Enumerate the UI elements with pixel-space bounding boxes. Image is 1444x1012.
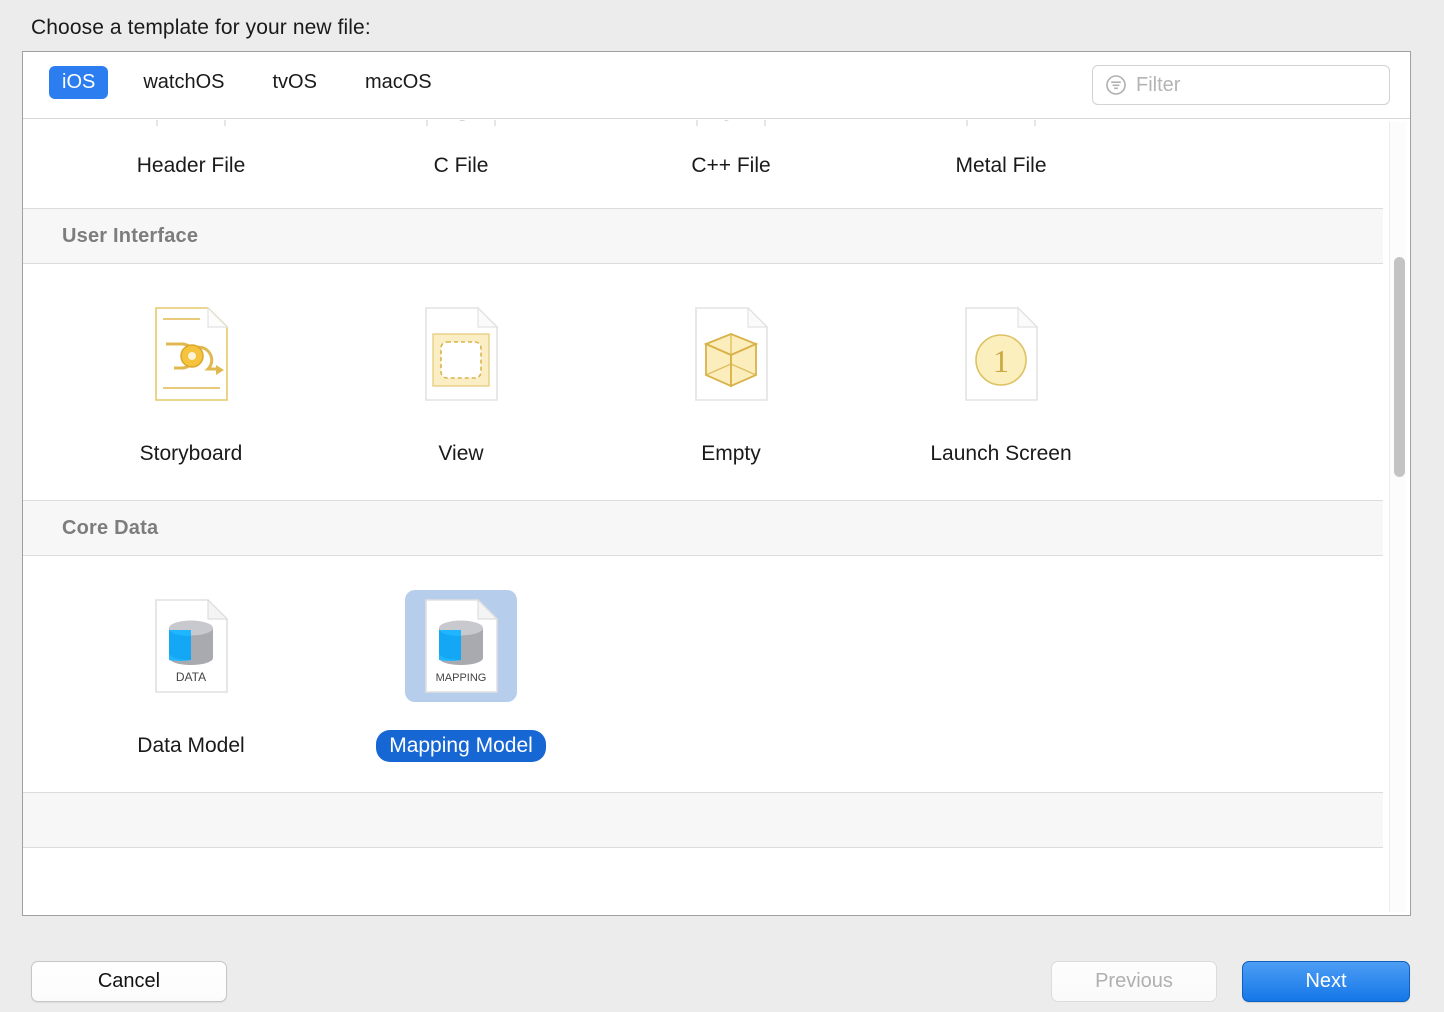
tab-watchos[interactable]: watchOS [130, 66, 237, 99]
tab-tvos[interactable]: tvOS [260, 66, 330, 99]
template-label: Header File [136, 154, 246, 177]
template-chooser-panel: iOS watchOS tvOS macOS Source [22, 51, 1411, 916]
platform-tab-bar: iOS watchOS tvOS macOS [49, 66, 445, 99]
section-grid-user-interface: Storyboard View Empty 1 Launch Screen [23, 264, 1383, 500]
template-scroll-area[interactable]: Source H Header File [23, 120, 1410, 915]
vertical-scrollbar-thumb[interactable] [1394, 257, 1405, 477]
view-icon [405, 298, 517, 410]
template-scroll-content: Source H Header File [23, 120, 1383, 848]
template-item-storyboard[interactable]: Storyboard [56, 298, 326, 470]
page-title: Choose a template for your new file: [31, 16, 371, 39]
filter-field[interactable] [1092, 65, 1390, 105]
empty-cube-icon [675, 298, 787, 410]
template-label: C File [433, 154, 489, 177]
header-file-icon: H [135, 120, 247, 126]
template-label: Empty [701, 442, 761, 465]
svg-text:C: C [714, 120, 736, 126]
template-item-launch-screen[interactable]: 1 Launch Screen [866, 298, 1136, 470]
mapping-model-icon: MAPPING [405, 590, 517, 702]
c-file-icon: C [405, 120, 517, 126]
template-item-mapping-model[interactable]: MAPPING Mapping Model [326, 590, 596, 762]
template-label: Mapping Model [376, 730, 546, 762]
section-header-user-interface: User Interface [23, 208, 1383, 264]
svg-text:C: C [449, 120, 474, 126]
template-label: C++ File [691, 154, 771, 177]
metal-file-icon [945, 120, 1057, 126]
tab-macos[interactable]: macOS [352, 66, 445, 99]
next-button[interactable]: Next [1242, 961, 1410, 1002]
section-header-core-data: Core Data [23, 500, 1383, 556]
section-grid-core-data: DATA Data Model MAPPING Mapping Model [23, 556, 1383, 792]
mapping-model-badge: MAPPING [436, 672, 487, 684]
template-label: Data Model [137, 734, 245, 757]
template-item-header-file[interactable]: H Header File [56, 120, 326, 182]
template-item-c-file[interactable]: C C File [326, 120, 596, 182]
panel-toolbar: iOS watchOS tvOS macOS [23, 52, 1410, 119]
cancel-button[interactable]: Cancel [31, 961, 227, 1002]
svg-text:H: H [178, 120, 204, 126]
svg-text:1: 1 [993, 343, 1009, 379]
data-model-badge: DATA [176, 670, 206, 684]
filter-input[interactable] [1136, 73, 1366, 97]
storyboard-icon [135, 298, 247, 410]
template-label: Metal File [955, 154, 1047, 177]
template-item-cpp-file[interactable]: C ++ C++ File [596, 120, 866, 182]
template-label: Launch Screen [930, 442, 1072, 465]
template-item-data-model[interactable]: DATA Data Model [56, 590, 326, 762]
cpp-file-icon: C ++ [675, 120, 787, 126]
launch-screen-icon: 1 [945, 298, 1057, 410]
section-header-next-clipped [23, 792, 1383, 848]
section-grid-source: H Header File C C File [23, 120, 1383, 208]
template-item-empty[interactable]: Empty [596, 298, 866, 470]
template-label: Storyboard [139, 442, 243, 465]
template-item-view[interactable]: View [326, 298, 596, 470]
filter-icon [1105, 74, 1127, 96]
vertical-scrollbar-track[interactable] [1389, 122, 1406, 912]
template-label: View [438, 442, 484, 465]
template-item-metal-file[interactable]: Metal File [866, 120, 1136, 182]
tab-ios[interactable]: iOS [49, 66, 109, 99]
previous-button[interactable]: Previous [1051, 961, 1217, 1002]
data-model-icon: DATA [135, 590, 247, 702]
